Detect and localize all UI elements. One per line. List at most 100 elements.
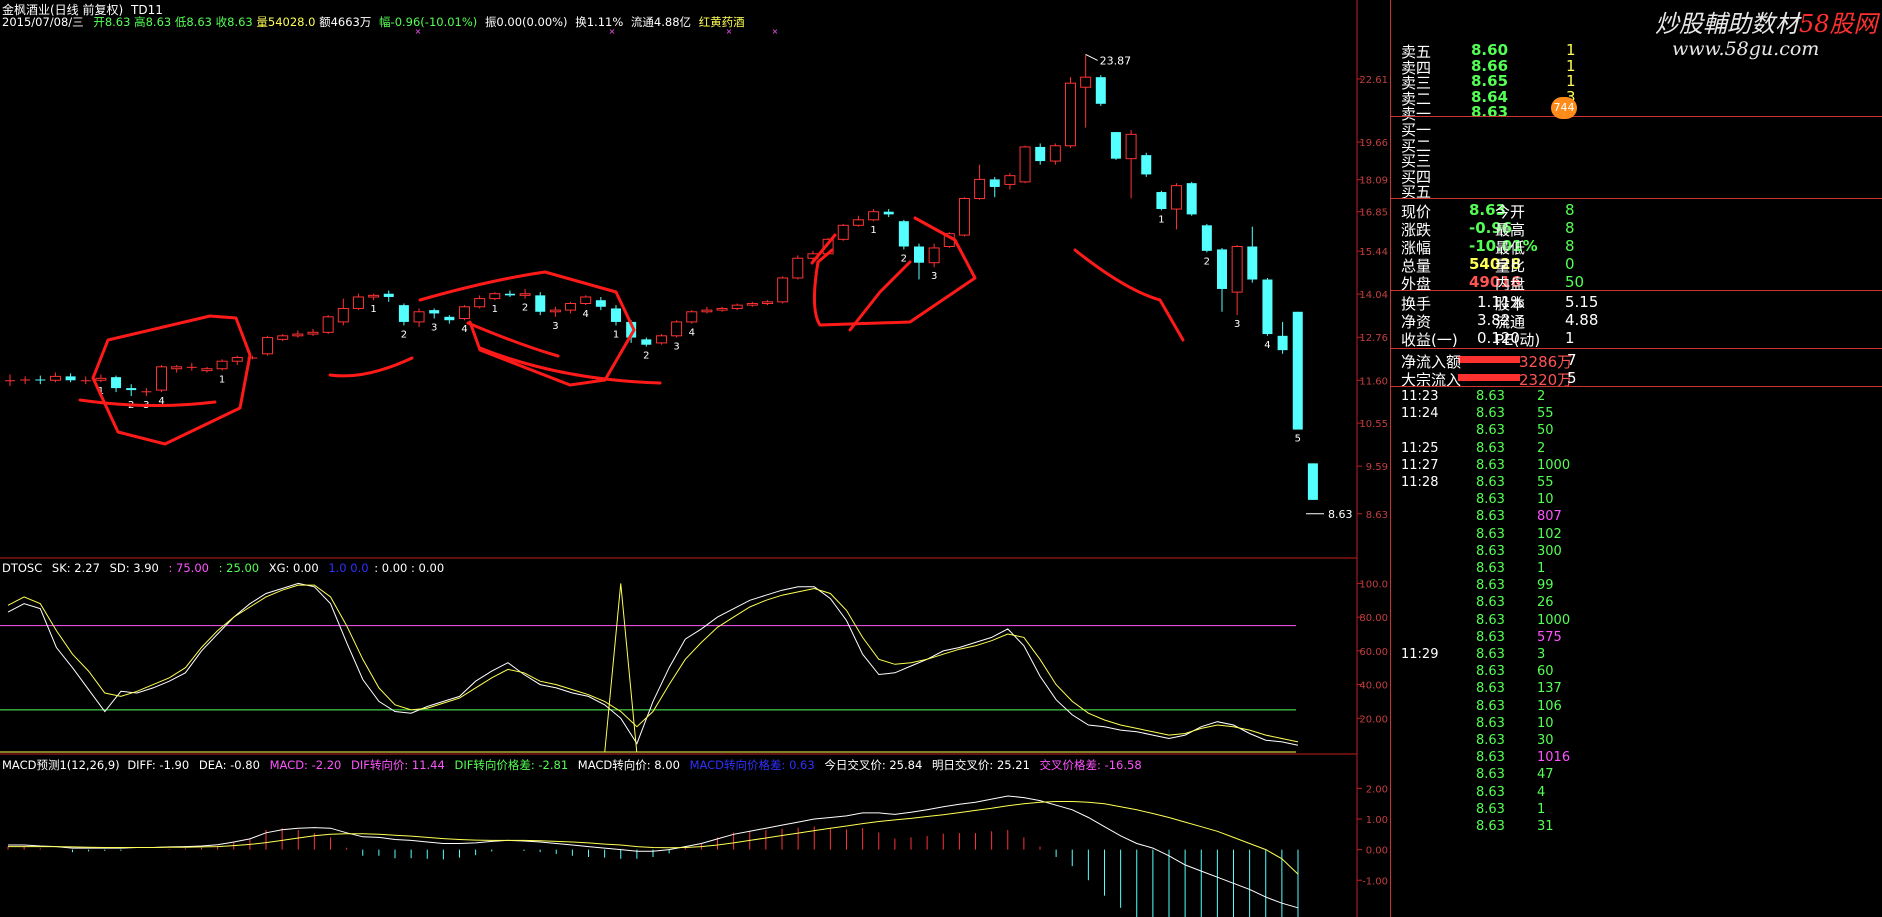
td-count-label: 1 — [870, 225, 876, 236]
chart-canvas[interactable]: 22.61 19.66 18.09 16.85 15.44 14.04 12.76 11.60… — [0, 0, 1390, 917]
quote-row[interactable]: 现价 8.63 今开 8 — [1391, 201, 1882, 221]
tick-row[interactable]: 8.63 106 — [1391, 699, 1882, 717]
tick-price: 8.63 — [1476, 664, 1505, 680]
candle-body-up — [1065, 82, 1076, 147]
tick-row[interactable]: 8.63 4 — [1391, 785, 1882, 803]
tick-row[interactable]: 8.63 10 — [1391, 716, 1882, 734]
tick-volume: 31 — [1537, 819, 1554, 834]
tick-time: 11:27 — [1401, 457, 1439, 473]
quote-panel: 卖五8.601卖四8.661卖三8.651卖二8.643卖一8.635买一买二买… — [1390, 0, 1882, 917]
bar-sector[interactable]: 红黄药酒 — [699, 15, 745, 29]
tick-volume: 137 — [1537, 681, 1562, 697]
dtosc-tail: : 0.00 : 0.00 — [374, 561, 445, 575]
candle-body-up — [762, 301, 773, 304]
candle-body-down — [641, 339, 652, 345]
macd-dif-turn-diff: DIF转向价格差: -2.81 — [454, 758, 569, 772]
candle-body-up — [80, 380, 91, 382]
candle-body-down — [1201, 225, 1212, 251]
tick-row[interactable]: 11:24 8.63 55 — [1391, 406, 1882, 424]
tick-volume: 102 — [1537, 526, 1562, 542]
price-tick-label: 12.76 — [1359, 333, 1388, 344]
tick-row[interactable]: 8.63 30 — [1391, 733, 1882, 751]
hand-drawn-annotation — [478, 346, 662, 385]
tick-row[interactable]: 8.63 47 — [1391, 767, 1882, 785]
macd-diff: DIFF: -1.90 — [127, 758, 190, 772]
candle-body-up — [49, 375, 61, 381]
tick-volume: 3 — [1537, 647, 1546, 662]
candle-body-up — [489, 293, 501, 300]
tick-row[interactable]: 8.63 60 — [1391, 664, 1882, 682]
tick-row[interactable]: 8.63 102 — [1391, 527, 1882, 545]
dtosc-name[interactable]: DTOSC — [2, 561, 42, 575]
bar-low: 低8.63 — [174, 15, 212, 29]
candle-body-down — [883, 211, 894, 215]
tick-row[interactable]: 11:28 8.63 55 — [1391, 475, 1882, 493]
tick-row[interactable]: 8.63 10 — [1391, 492, 1882, 510]
tick-row[interactable]: 8.63 1 — [1391, 561, 1882, 579]
tick-row[interactable]: 8.63 1000 — [1391, 613, 1882, 631]
candle-body-up — [1125, 133, 1137, 160]
tick-volume: 1 — [1537, 801, 1546, 817]
hand-drawn-annotation — [1073, 248, 1185, 342]
dtosc-tick-label: 80.00 — [1359, 613, 1388, 624]
tick-price: 8.63 — [1476, 543, 1505, 559]
candle-body-up — [716, 307, 728, 311]
fundamental-row[interactable]: 换手 1.11% 股本 5.15 — [1391, 293, 1882, 313]
macd-name[interactable]: MACD预测1(12,26,9) — [2, 758, 120, 772]
tick-price: 8.63 — [1476, 492, 1505, 508]
tick-row[interactable]: 11:29 8.63 3 — [1391, 647, 1882, 665]
fundamental-row[interactable]: 收益(一) 0.120 PE(动) 1 — [1391, 329, 1882, 349]
tick-price: 8.63 — [1476, 612, 1505, 628]
candle-body-up — [792, 257, 804, 279]
tick-time: 11:23 — [1401, 389, 1439, 404]
td-count-label: 4 — [1264, 340, 1270, 351]
orderbook-row[interactable]: 买五 — [1391, 181, 1882, 201]
flow-row[interactable]: 大宗流入 2320万 5 — [1391, 369, 1882, 389]
flow-row[interactable]: 净流入额 3286万 7 — [1391, 351, 1882, 371]
tick-row[interactable]: 8.63 807 — [1391, 509, 1882, 527]
tick-price: 8.63 — [1476, 801, 1505, 817]
macd-blue: MACD转向价格差: 0.63 — [689, 758, 815, 772]
price-tick-label: 10.55 — [1359, 419, 1388, 430]
macd-value: MACD: -2.20 — [269, 758, 342, 772]
tick-row[interactable]: 11:27 8.63 1000 — [1391, 458, 1882, 476]
tick-row[interactable]: 8.63 99 — [1391, 578, 1882, 596]
kline-chart-area[interactable]: 22.61 19.66 18.09 16.85 15.44 14.04 12.76 11.60… — [0, 0, 1390, 917]
candle-body-up — [262, 337, 274, 355]
alert-badge[interactable]: 744 — [1551, 97, 1577, 119]
tick-time: 11:25 — [1401, 440, 1439, 456]
quote-row[interactable]: 外盘 49016 内盘 50 — [1391, 273, 1882, 293]
tick-time: 11:24 — [1401, 406, 1439, 422]
tick-row[interactable]: 8.63 300 — [1391, 544, 1882, 562]
tick-row[interactable]: 11:23 8.63 2 — [1391, 389, 1882, 407]
flow-tail: 5 — [1567, 369, 1577, 387]
candle-body-down — [429, 310, 440, 314]
dtosc-tick-label: 40.00 — [1359, 681, 1388, 692]
tick-row[interactable]: 8.63 137 — [1391, 681, 1882, 699]
candle-body-down — [1035, 146, 1046, 162]
tick-row[interactable]: 8.63 1 — [1391, 802, 1882, 820]
candle-body-up — [216, 360, 228, 370]
tick-price: 8.63 — [1476, 733, 1505, 748]
quote-row[interactable]: 涨幅 -10.01% 最低 8 — [1391, 237, 1882, 257]
tick-row[interactable]: 8.63 1016 — [1391, 750, 1882, 768]
tick-row[interactable]: 8.63 50 — [1391, 423, 1882, 441]
td-count-label: 1 — [219, 375, 225, 386]
tick-row[interactable]: 8.63 26 — [1391, 595, 1882, 613]
tick-price: 8.63 — [1476, 819, 1505, 834]
quote-row[interactable]: 涨跌 -0.96 最高 8 — [1391, 219, 1882, 239]
td-count-label: 2 — [901, 253, 907, 264]
dtosc-sk: SK: 2.27 — [51, 561, 100, 575]
fundamental-row[interactable]: 净资 3.82 流通 4.88 — [1391, 311, 1882, 331]
candle-body-down — [989, 179, 1000, 187]
tick-row[interactable]: 8.63 575 — [1391, 630, 1882, 648]
candle-body-down — [595, 300, 606, 307]
tick-row[interactable]: 11:25 8.63 2 — [1391, 441, 1882, 459]
candle-body-up — [1080, 76, 1092, 88]
quote-row[interactable]: 总量 54028 量比 0 — [1391, 255, 1882, 275]
tick-row[interactable]: 8.63 31 — [1391, 819, 1882, 837]
bar-info-line: 2015/07/08/三 开8.63 高8.63 低8.63 收8.63 量54… — [2, 14, 745, 30]
high-price-label: 23.87 — [1100, 54, 1132, 67]
td-count-label: 5 — [1295, 434, 1301, 445]
dtosc-tick-label: 60.00 — [1359, 647, 1388, 658]
